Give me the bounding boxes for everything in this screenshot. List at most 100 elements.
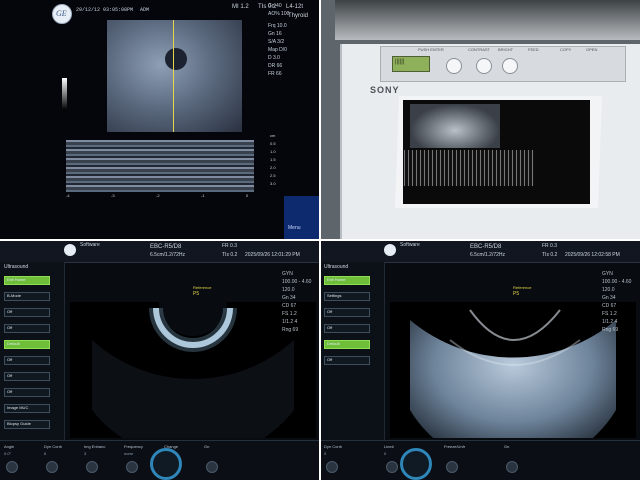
fr-value: FR 0.3 (542, 243, 558, 249)
lcd-readout: |||||| (395, 59, 405, 65)
touch-menu-panel[interactable]: Menu (284, 196, 320, 240)
freeze-dial[interactable] (400, 448, 432, 480)
side-button-label: Off (7, 373, 13, 378)
bottom-value: 0 (324, 451, 327, 456)
top-status-bar: Software EBC-R5/D8 6.5cm/1.2/72Hz FR 0.3… (320, 240, 640, 263)
ge-logo-icon (384, 244, 396, 256)
side-button-label: Exit Home (7, 277, 26, 282)
bottom-label: Freeze/Unfr (444, 444, 466, 449)
depth-tick: 3.0 (270, 181, 276, 186)
right-info-line: CD 67 (602, 303, 617, 309)
push-enter-knob[interactable] (446, 58, 462, 74)
convex-image-area: Reference P5 (70, 270, 316, 460)
bottom-label: Dyn Contr (44, 444, 63, 449)
ge-ultrasound-screen: GE 29/12/12 03:05:08PM ADM MI 1.2 TIs 0.… (0, 0, 320, 240)
probe-name: L4-12t (286, 4, 304, 10)
depth-tick: 2.0 (270, 165, 276, 170)
side-button[interactable]: Default (4, 340, 50, 349)
side-button-label: Off (7, 325, 13, 330)
side-button-label: B-Mode (7, 293, 22, 298)
right-info-line: FS 1.2 (602, 311, 617, 317)
m-line-cursor (173, 20, 174, 132)
right-info-line: Rng 69 (282, 327, 299, 333)
bottom-value: 0 (384, 451, 387, 456)
bottom-label: Angle (4, 444, 15, 449)
header-date: 29/12/12 03:05:08PM (76, 7, 134, 13)
header-mode: ADM (140, 7, 150, 13)
side-button[interactable]: Default (324, 340, 370, 349)
menu-label: Menu (288, 225, 301, 231)
side-button[interactable]: Off (324, 308, 370, 317)
side-button[interactable]: Image MUC (4, 404, 50, 413)
probe-title: EBC-R5/D8 (470, 244, 502, 250)
bottom-knob[interactable] (46, 461, 58, 473)
probe-settings: 6.5cm/1.2/72Hz (470, 252, 506, 258)
side-button[interactable]: Exit Home (324, 276, 370, 285)
bottom-knob[interactable] (206, 461, 218, 473)
panel-label: BRIGHT (498, 47, 514, 52)
side-button[interactable]: Off (4, 372, 50, 381)
right-info-line: GYN (282, 271, 293, 277)
time-tick: -4 (66, 193, 70, 198)
bottom-label: Dyn Contr (324, 444, 343, 449)
depth-tick: 1.5 (270, 157, 276, 162)
parameter-value: DR 66 (268, 63, 283, 69)
bottom-knob[interactable] (506, 461, 518, 473)
focus-value: P5 (193, 291, 200, 297)
bottom-knob[interactable] (326, 461, 338, 473)
side-button[interactable]: Off (4, 356, 50, 365)
probe-settings: 6.5cm/1.2/72Hz (150, 252, 186, 258)
side-button-label: Off (7, 309, 13, 314)
side-button[interactable]: Off (324, 324, 370, 333)
side-button[interactable]: Settings (324, 292, 370, 301)
datetime: 2025/09/26 12:02:58 PM (565, 252, 620, 258)
focus-value: P5 (513, 291, 520, 297)
bottom-knob[interactable] (446, 461, 458, 473)
convex-image-area: Reference P5 (390, 270, 636, 469)
right-info-line: Gn 34 (282, 295, 296, 301)
bright-knob[interactable] (502, 58, 518, 74)
focus-label: Reference (193, 285, 212, 290)
bottom-label: Line# (384, 444, 394, 449)
side-button[interactable]: Off (4, 308, 50, 317)
right-info-line: Gn 34 (602, 295, 616, 301)
tis-value: TIs 0.2 (222, 252, 238, 258)
bottom-value: 6 (44, 451, 47, 456)
right-info-line: Rng 69 (602, 327, 619, 333)
right-info-line: 1/1.2 4 (282, 319, 298, 325)
side-button-label: Off (7, 389, 13, 394)
side-button[interactable]: B-Mode (4, 292, 50, 301)
side-button[interactable]: Off (4, 324, 50, 333)
right-info-line: 1/1.2 4 (602, 319, 618, 325)
panel-label: FEED (528, 47, 539, 52)
bottom-knob[interactable] (6, 461, 18, 473)
side-button[interactable]: Off (324, 356, 370, 365)
side-button[interactable]: Biopsy Guide (4, 420, 50, 429)
preset-name: Thyroid (288, 13, 309, 19)
bottom-control-bar: Angle Dyn Contr Img Enhanc Frequency Change G… (0, 440, 320, 480)
ge-logo-icon: GE (52, 4, 72, 24)
side-button[interactable]: Off (4, 388, 50, 397)
right-info-line: 100.00 - 4.60 (602, 279, 632, 285)
bottom-label: Gn (504, 444, 510, 449)
parameter-value: Frq 10.0 (268, 23, 287, 29)
side-button[interactable]: Exit Home (4, 276, 50, 285)
ultrasound-screen-left: Software EBC-R5/D8 6.5cm/1.2/72Hz FR 0.3… (0, 240, 320, 480)
side-button-label: Image MUC (7, 405, 29, 410)
side-title: Ultrasound (324, 264, 349, 270)
brand-logo: SONY (370, 85, 400, 95)
change-dial[interactable] (150, 448, 182, 480)
side-button-label: Default (327, 341, 340, 346)
parameter-value: Gn 16 (268, 31, 282, 37)
side-title: Ultrasound (4, 264, 29, 270)
bottom-knob[interactable] (86, 461, 98, 473)
bottom-knob[interactable] (386, 461, 398, 473)
bottom-knob[interactable] (126, 461, 138, 473)
ultrasound-screen-right: Software EBC-R5/D8 6.5cm/1.2/72Hz FR 0.3… (320, 240, 640, 480)
panel-label: PUSH ENTER (418, 47, 444, 52)
contrast-knob[interactable] (476, 58, 492, 74)
time-tick: -3 (111, 193, 115, 198)
monitor-bottom (335, 0, 640, 40)
top-value: AO% 100 (268, 11, 290, 17)
side-button-label: Settings (327, 293, 342, 298)
